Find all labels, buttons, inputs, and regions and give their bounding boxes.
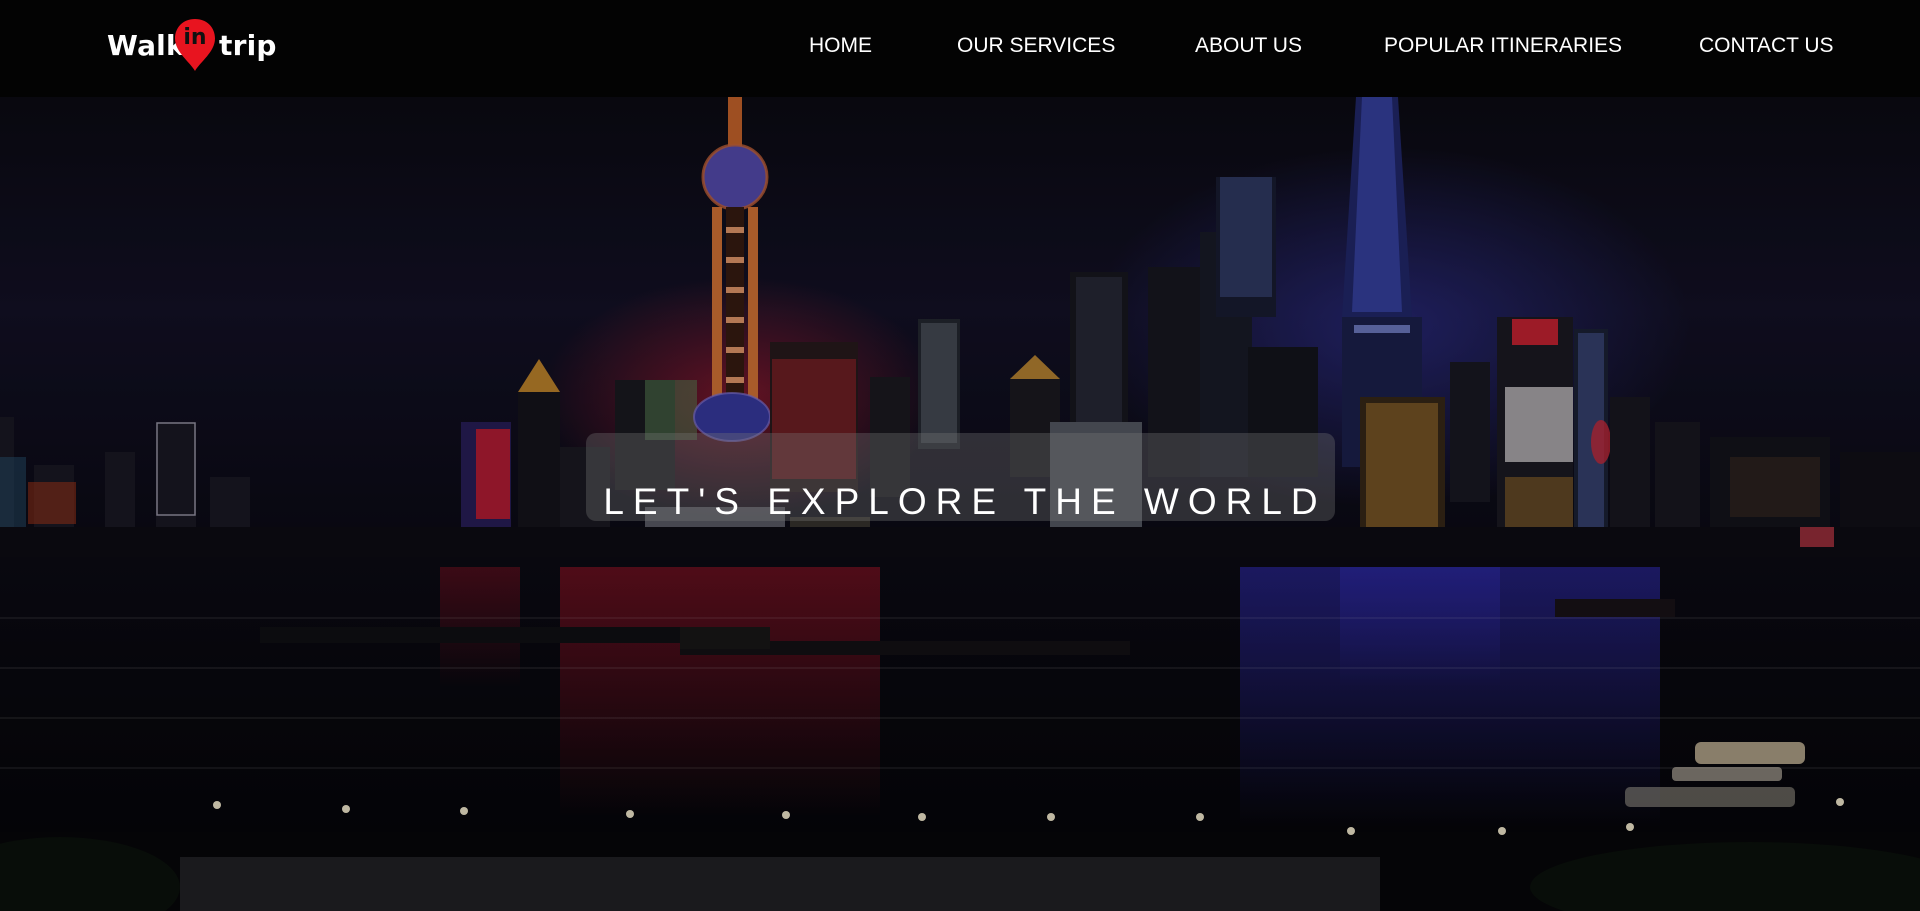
site-logo[interactable]: Walk in trip (107, 18, 277, 72)
site-header: Walk in trip HOME OUR SERVICES ABOUT US … (0, 0, 1920, 97)
nav-our-services[interactable]: OUR SERVICES (957, 35, 1115, 56)
hero-section: LET'S EXPLORE THE WORLD (0, 97, 1920, 911)
nav-home[interactable]: HOME (809, 35, 872, 56)
logo-word-trip: trip (219, 29, 277, 62)
logo-word-in: in (183, 25, 207, 50)
hero-title: LET'S EXPLORE THE WORLD (603, 480, 1327, 522)
map-pin-icon: in (173, 18, 217, 72)
nav-contact-us[interactable]: CONTACT US (1699, 35, 1834, 56)
hero-title-banner: LET'S EXPLORE THE WORLD (586, 433, 1335, 522)
nav-about-us[interactable]: ABOUT US (1195, 35, 1302, 56)
nav-popular-itineraries[interactable]: POPULAR ITINERARIES (1384, 35, 1622, 56)
